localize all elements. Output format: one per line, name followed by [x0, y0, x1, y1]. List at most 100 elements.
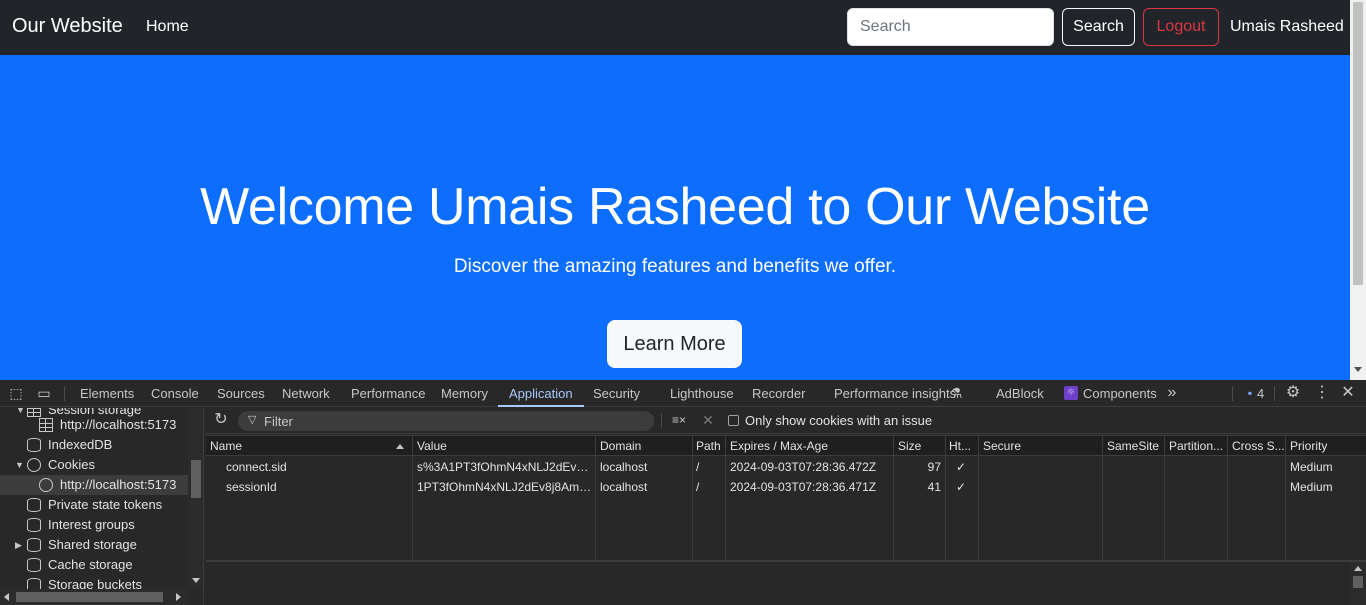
sort-ascending-icon[interactable] — [396, 444, 404, 449]
column-header-partition[interactable]: Partition... — [1169, 438, 1223, 457]
inspect-element-icon[interactable]: ⬚ — [8, 385, 24, 401]
filter-input[interactable] — [264, 412, 644, 430]
column-divider[interactable] — [1102, 435, 1103, 560]
logout-button[interactable]: Logout — [1143, 8, 1219, 46]
flask-icon: ⚗ — [949, 385, 963, 401]
sidebar-item-interest-groups[interactable]: Interest groups — [0, 515, 188, 535]
database-icon — [27, 438, 41, 452]
tab-memory[interactable]: Memory — [441, 380, 488, 407]
column-header-cross-site[interactable]: Cross S... — [1232, 438, 1285, 457]
page-scrollbar[interactable] — [1350, 0, 1366, 380]
tab-elements[interactable]: Elements — [80, 380, 134, 407]
column-header-path[interactable]: Path — [696, 438, 721, 457]
expand-caret-icon[interactable]: ▶ — [15, 535, 22, 555]
tab-recorder[interactable]: Recorder — [752, 380, 805, 407]
column-divider[interactable] — [692, 435, 693, 560]
checkbox-box[interactable] — [728, 415, 739, 426]
learn-more-button[interactable]: Learn More — [607, 320, 742, 368]
column-divider[interactable] — [945, 435, 946, 560]
sidebar-item-indexeddb[interactable]: IndexedDB — [0, 435, 188, 455]
cookie-path: / — [696, 460, 700, 474]
close-devtools-icon[interactable]: ✕ — [1340, 385, 1356, 401]
column-divider[interactable] — [978, 435, 979, 560]
nav-link-home[interactable]: Home — [146, 18, 189, 36]
column-divider[interactable] — [595, 435, 596, 560]
scroll-left-arrow-icon[interactable] — [4, 593, 9, 601]
column-divider[interactable] — [1227, 435, 1228, 560]
more-options-icon[interactable]: ⋮ — [1314, 385, 1330, 401]
toolbar-divider — [64, 386, 65, 401]
scroll-up-arrow-icon[interactable] — [1354, 566, 1362, 571]
cookie-size: 41 — [927, 480, 941, 494]
cookie-icon — [27, 458, 41, 472]
scroll-right-arrow-icon[interactable] — [176, 593, 181, 601]
cookie-partition — [1169, 457, 1224, 477]
column-divider[interactable] — [893, 435, 894, 560]
table-scrollbar[interactable] — [1350, 562, 1366, 605]
tab-security[interactable]: Security — [593, 380, 640, 407]
sidebar-horizontal-scrollbar[interactable] — [0, 589, 188, 605]
scroll-down-arrow-icon[interactable] — [192, 578, 200, 583]
sidebar-hscrollbar-thumb[interactable] — [16, 592, 163, 602]
search-input[interactable] — [847, 8, 1054, 46]
more-tabs-chevron-icon[interactable]: » — [1164, 385, 1180, 401]
column-header-expires[interactable]: Expires / Max-Age — [730, 438, 828, 457]
sidebar-item-session-storage-localhost[interactable]: http://localhost:5173 — [0, 415, 188, 435]
column-header-httponly[interactable]: Ht... — [949, 438, 971, 457]
delete-selected-icon[interactable]: ✕ — [700, 412, 716, 428]
column-header-value[interactable]: Value — [417, 438, 447, 457]
tab-lighthouse[interactable]: Lighthouse — [670, 380, 734, 407]
only-issues-checkbox[interactable]: Only show cookies with an issue — [728, 413, 932, 428]
sidebar-vertical-scrollbar[interactable] — [188, 408, 203, 589]
sidebar-item-shared-storage[interactable]: ▶ Shared storage — [0, 535, 188, 555]
cookie-value: s%3A1PT3fOhmN4xNLJ2dEv8j... — [417, 460, 592, 474]
column-divider[interactable] — [1285, 435, 1286, 560]
cookie-partition — [1169, 477, 1224, 497]
tab-adblock[interactable]: AdBlock — [996, 380, 1044, 407]
column-divider[interactable] — [1164, 435, 1165, 560]
cookie-priority: Medium — [1290, 480, 1333, 494]
httponly-checkmark-icon: ✓ — [956, 480, 967, 494]
page-scrollbar-thumb[interactable] — [1353, 2, 1363, 285]
scroll-down-arrow-icon[interactable] — [1354, 367, 1362, 372]
tab-components[interactable]: Components — [1083, 380, 1157, 407]
tab-performance[interactable]: Performance — [351, 380, 425, 407]
sidebar-item-cookies[interactable]: ▼ Cookies — [0, 455, 188, 475]
device-toolbar-icon[interactable]: ▭ — [36, 385, 52, 401]
brand-logo[interactable]: Our Website — [12, 15, 123, 38]
sidebar-scrollbar-thumb[interactable] — [191, 460, 201, 498]
database-icon — [27, 498, 41, 512]
expand-caret-icon[interactable]: ▼ — [15, 455, 24, 475]
toolbar-divider — [1274, 386, 1275, 401]
sidebar-item-cookies-localhost[interactable]: http://localhost:5173 — [0, 475, 188, 495]
filter-field[interactable]: ▽ — [238, 411, 654, 431]
tab-network[interactable]: Network — [282, 380, 330, 407]
cookie-cross-site — [1232, 477, 1282, 497]
issues-count[interactable]: 4 — [1257, 380, 1264, 407]
tab-application[interactable]: Application — [498, 380, 584, 407]
column-header-secure[interactable]: Secure — [983, 438, 1021, 457]
database-icon — [27, 518, 41, 532]
search-button[interactable]: Search — [1062, 8, 1135, 46]
tab-performance-insights[interactable]: Performance insights — [834, 380, 956, 407]
issues-icon[interactable]: ▪ — [1242, 385, 1258, 401]
column-header-name[interactable]: Name — [210, 438, 242, 457]
column-header-priority[interactable]: Priority — [1290, 438, 1327, 457]
sidebar-item-cache-storage[interactable]: Cache storage — [0, 555, 188, 575]
cookie-name: connect.sid — [226, 460, 287, 474]
refresh-icon[interactable]: ↻ — [213, 412, 229, 428]
devtools-panel: ⬚ ▭ Elements Console Sources Network Per… — [0, 380, 1366, 605]
table-scrollbar-thumb[interactable] — [1353, 576, 1363, 588]
column-header-samesite[interactable]: SameSite — [1107, 438, 1159, 457]
column-header-domain[interactable]: Domain — [600, 438, 641, 457]
column-divider[interactable] — [412, 435, 413, 560]
column-divider[interactable] — [725, 435, 726, 560]
sidebar-item-private-state-tokens[interactable]: Private state tokens — [0, 495, 188, 515]
column-header-size[interactable]: Size — [898, 438, 921, 457]
settings-gear-icon[interactable]: ⚙ — [1285, 385, 1301, 401]
tab-sources[interactable]: Sources — [217, 380, 265, 407]
cookie-domain: localhost — [600, 480, 648, 494]
clear-all-cookies-icon[interactable]: ≡× — [671, 412, 687, 428]
website-viewport: Our Website Home Search Logout Umais Ras… — [0, 0, 1366, 380]
tab-console[interactable]: Console — [151, 380, 199, 407]
